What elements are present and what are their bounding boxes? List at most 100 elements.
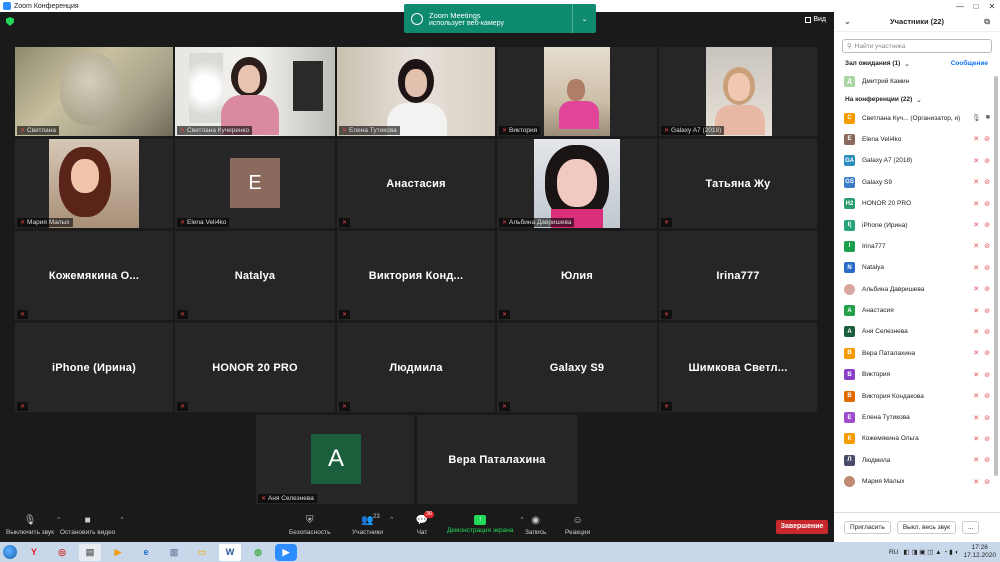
video-tile[interactable]: Анастасия ✕ (337, 139, 495, 228)
participant-row[interactable]: В Виктория Кондакова ✕ ⊘ (834, 385, 1000, 406)
clock[interactable]: 17:26 17.12.2020 (963, 544, 996, 560)
tray-icons[interactable]: ◧ ◨ ▣ ◫ ▲ ◔ ▮ ◖ (903, 548, 958, 556)
share-options-caret[interactable]: ^ (521, 517, 524, 523)
security-button[interactable]: ⛨ Безопасность (289, 515, 330, 536)
popout-icon[interactable]: ⧉ (984, 17, 990, 27)
participants-button[interactable]: 👥 Участники 23 ^ (352, 514, 393, 536)
participant-search-input[interactable]: ⚲ Найти участника (842, 39, 992, 53)
video-off-icon[interactable]: ⊘ (984, 349, 990, 357)
participant-row[interactable]: Д Дмитрий Камин (834, 71, 1000, 92)
video-off-icon[interactable]: ⊘ (984, 371, 990, 379)
participant-row[interactable]: А Анастасия ✕ ⊘ (834, 300, 1000, 321)
video-tile[interactable]: ✕ Galaxy A7 (2018) (659, 47, 817, 136)
yandex-browser-icon[interactable]: Y (23, 544, 45, 561)
participant-row[interactable]: H2 HONOR 20 PRO ✕ ⊘ (834, 193, 1000, 214)
video-tile[interactable]: Виктория Конд... ✕ (337, 231, 495, 320)
share-screen-button[interactable]: ↑ Демонстрация экрана ^ (447, 515, 523, 534)
participant-row[interactable]: Е Елена Тутикова ✕ ⊘ (834, 407, 1000, 428)
mic-muted-icon[interactable]: ✕ (973, 435, 979, 443)
chrome-icon[interactable]: ◍ (247, 544, 269, 561)
video-tile[interactable]: Natalya ✕ (175, 231, 335, 320)
video-off-icon[interactable]: ⊘ (984, 157, 990, 165)
mic-muted-icon[interactable]: ✕ (973, 221, 979, 229)
video-off-icon[interactable]: ⊘ (984, 328, 990, 336)
video-off-icon[interactable]: ⊘ (984, 392, 990, 400)
mic-muted-icon[interactable]: ✕ (973, 157, 979, 165)
video-tile[interactable]: Шимкова Светл... ✕ (659, 323, 817, 412)
video-tile[interactable]: Татьяна Жу ✕ (659, 139, 817, 228)
video-tile[interactable]: E ✕ Elena Veli4ko (175, 139, 335, 228)
document-icon[interactable]: ▥ (163, 544, 185, 561)
video-off-icon[interactable]: ⊘ (984, 435, 990, 443)
video-off-icon[interactable]: ⊘ (984, 200, 990, 208)
video-off-icon[interactable]: ⊘ (984, 135, 990, 143)
video-options-caret[interactable]: ^ (121, 517, 124, 523)
video-off-icon[interactable]: ⊘ (984, 285, 990, 293)
video-tile[interactable]: HONOR 20 PRO ✕ (175, 323, 335, 412)
mute-button[interactable]: 🎙 Выключить звук ^ (6, 515, 60, 536)
mic-muted-icon[interactable]: ✕ (973, 264, 979, 272)
printer-icon[interactable]: ▤ (79, 543, 101, 561)
participant-row[interactable]: GS Galaxy S9 ✕ ⊘ (834, 172, 1000, 193)
video-off-icon[interactable]: ⊘ (984, 307, 990, 315)
video-tile[interactable]: ✕ Альбина Давришева (497, 139, 657, 228)
video-tile[interactable]: Galaxy S9 ✕ (497, 323, 657, 412)
message-waiting-link[interactable]: Сообщение (951, 60, 988, 67)
participant-row[interactable]: В Виктория ✕ ⊘ (834, 364, 1000, 385)
video-off-icon[interactable]: ⊘ (984, 478, 990, 486)
video-tile[interactable]: A ✕ Аня Селезнева (256, 415, 414, 504)
participant-row[interactable]: Л Людмила ✕ ⊘ (834, 450, 1000, 471)
mic-muted-icon[interactable]: ✕ (973, 478, 979, 486)
video-tile[interactable]: iPhone (Ирина) ✕ (15, 323, 173, 412)
invite-button[interactable]: Пригласить (844, 521, 891, 534)
video-tile[interactable]: Вера Паталахина (417, 415, 577, 504)
antivirus-icon[interactable]: ◎ (51, 544, 73, 561)
view-button[interactable]: Вид (805, 16, 826, 23)
mic-muted-icon[interactable]: ✕ (973, 242, 979, 250)
chat-button[interactable]: 💬 Чат 36 (415, 511, 435, 536)
video-off-icon[interactable]: ⊘ (984, 178, 990, 186)
camera-usage-notification[interactable]: Zoom Meetings использует веб-камеру ⌄ (404, 4, 596, 33)
stop-video-button[interactable]: ■ Остановить видео ^ (60, 515, 123, 536)
word-icon[interactable]: W (219, 543, 241, 561)
close-button[interactable]: ✕ (984, 2, 1000, 11)
media-player-icon[interactable]: ▶ (107, 544, 129, 561)
video-off-icon[interactable]: ⊘ (984, 264, 990, 272)
participant-row[interactable]: GA Galaxy A7 (2018) ✕ ⊘ (834, 150, 1000, 171)
internet-explorer-icon[interactable]: e (135, 544, 157, 561)
participant-row[interactable]: N Natalya ✕ ⊘ (834, 257, 1000, 278)
collapse-chevron-icon[interactable]: ⌄ (844, 17, 851, 26)
participant-row[interactable]: С Светлана Куч... (Организатор, я) 🎙 ■ (834, 107, 1000, 128)
end-meeting-button[interactable]: Завершение (776, 520, 828, 534)
mic-muted-icon[interactable]: ✕ (973, 285, 979, 293)
participant-row[interactable]: В Вера Паталахина ✕ ⊘ (834, 343, 1000, 364)
folder-icon[interactable]: ▭ (191, 544, 213, 561)
video-camera-icon[interactable]: ■ (986, 114, 990, 122)
video-off-icon[interactable]: ⊘ (984, 242, 990, 250)
waiting-room-header[interactable]: Зал ожидания (1) ⌄ Сообщение (834, 56, 1000, 71)
video-tile-active-speaker[interactable]: ✕ Светлана Кучеренко (175, 47, 335, 136)
video-tile[interactable]: Людмила ✕ (337, 323, 495, 412)
zoom-taskbar-icon[interactable]: ▶ (275, 543, 297, 561)
reactions-button[interactable]: ☺ Реакции (565, 515, 590, 536)
video-tile[interactable]: ✕ Мария Малых (15, 139, 173, 228)
video-off-icon[interactable]: ⊘ (984, 221, 990, 229)
encryption-shield-icon[interactable] (6, 17, 14, 26)
start-button[interactable] (0, 542, 20, 562)
video-tile[interactable]: ✕ Виктория (497, 47, 657, 136)
mic-muted-icon[interactable]: ✕ (973, 371, 979, 379)
notification-expand-button[interactable]: ⌄ (572, 4, 596, 33)
mic-muted-icon[interactable]: ✕ (973, 392, 979, 400)
participant-row[interactable]: I(iPhone (Ирина) ✕ ⊘ (834, 214, 1000, 235)
video-off-icon[interactable]: ⊘ (984, 414, 990, 422)
mic-muted-icon[interactable]: ✕ (973, 307, 979, 315)
mic-muted-icon[interactable]: ✕ (973, 328, 979, 336)
mic-muted-icon[interactable]: ✕ (973, 414, 979, 422)
mic-muted-icon[interactable]: ✕ (973, 456, 979, 464)
more-options-button[interactable]: ... (961, 521, 980, 534)
microphone-icon[interactable]: 🎙 (972, 114, 981, 122)
video-tile[interactable]: Юлия ✕ (497, 231, 657, 320)
video-tile[interactable]: ✕ Светлана (15, 47, 173, 136)
panel-scrollbar[interactable] (994, 76, 998, 476)
participants-options-caret[interactable]: ^ (390, 517, 393, 523)
